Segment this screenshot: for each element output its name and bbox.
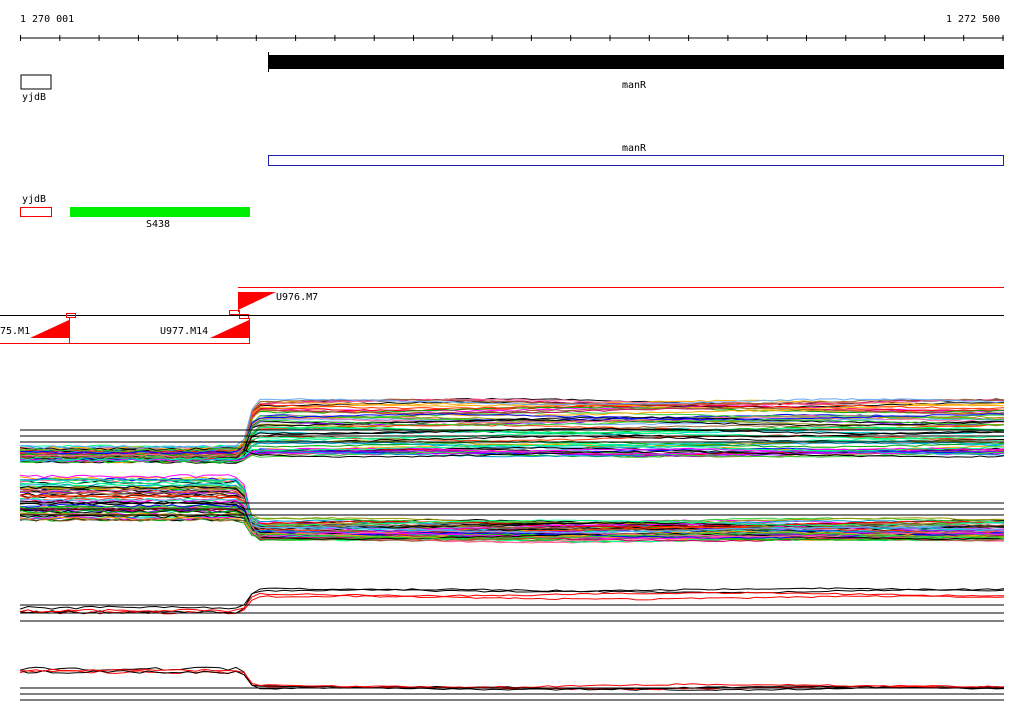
transcript-U977-arrow[interactable] <box>210 320 249 338</box>
expression-series-line <box>19 668 1005 689</box>
ruler-start-label: 1 270 001 <box>20 14 75 25</box>
expression-panels <box>19 397 1005 701</box>
gene-yjdB-box[interactable] <box>20 74 52 90</box>
cds-manR-label: manR <box>622 143 647 154</box>
feature-yjdB-box[interactable] <box>20 207 52 217</box>
expression-panel-4 <box>19 666 1005 701</box>
transcript-75M1-arrow[interactable] <box>30 320 69 338</box>
ruler-end-label: 1 272 500 <box>946 14 1001 25</box>
feature-yjdB-label: yjdB <box>22 194 47 205</box>
coordinate-ruler <box>20 35 1004 41</box>
gene-yjdB-label: yjdB <box>22 92 47 103</box>
feature-S438-label: S438 <box>146 219 171 230</box>
expression-panel-3 <box>19 587 1005 622</box>
transcript-track <box>0 287 1004 344</box>
expression-series-line <box>19 485 1005 525</box>
expression-panel-1 <box>19 397 1005 464</box>
transcript-U976-arrow[interactable] <box>238 292 276 310</box>
expression-series-line <box>19 591 1005 613</box>
feature-S438-box[interactable] <box>70 207 250 217</box>
gene-manR-box[interactable] <box>269 55 1004 69</box>
cds-manR-box[interactable] <box>268 155 1004 166</box>
transcript-U976-label: U976.M7 <box>276 292 319 303</box>
expression-series-line <box>19 587 1005 614</box>
gene-manR-label: manR <box>622 80 647 91</box>
transcript-75M1-label: 75.M1 <box>0 326 31 337</box>
genome-browser-canvas <box>0 35 1005 701</box>
expression-panel-2 <box>19 474 1005 544</box>
transcript-U977-label: U977.M14 <box>160 326 209 337</box>
